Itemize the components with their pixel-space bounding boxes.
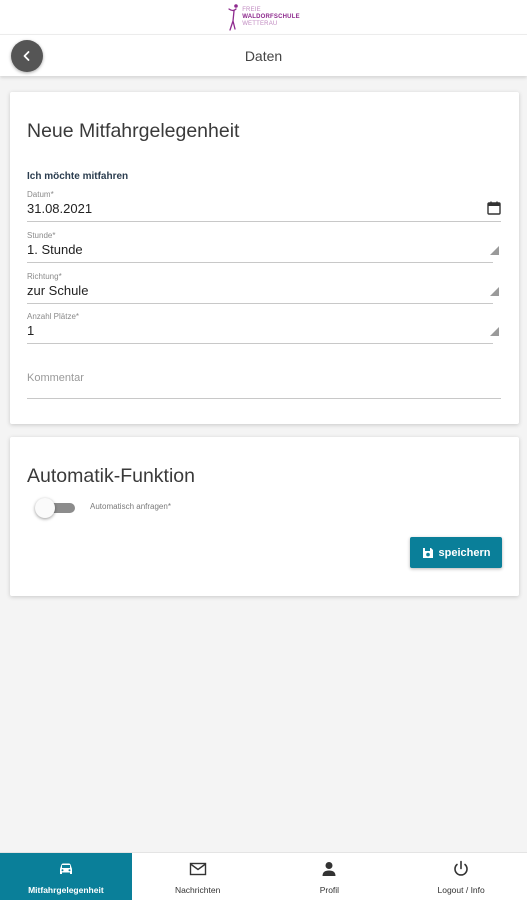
- logo-line-1: FREIE: [242, 6, 261, 13]
- ride-form-subtitle: Ich möchte mitfahren: [27, 171, 129, 182]
- direction-value: zur Schule: [27, 283, 89, 298]
- dropdown-arrow-icon: [490, 287, 499, 296]
- comment-label: Kommentar: [27, 372, 84, 384]
- logo-line-2: WALDORFSCHULE: [242, 13, 300, 20]
- bottom-navigation: Mitfahrgelegenheit Nachrichten Profil Lo…: [0, 852, 527, 900]
- dropdown-arrow-icon: [490, 327, 499, 336]
- dancer-figure-icon: [228, 4, 238, 31]
- lesson-value: 1. Stunde: [27, 242, 83, 257]
- direction-label: Richtung*: [27, 272, 62, 281]
- lesson-label: Stunde*: [27, 231, 56, 240]
- automatic-card: Automatik-Funktion Automatisch anfragen*…: [10, 437, 519, 596]
- date-value: 31.08.2021: [27, 201, 93, 216]
- nav-item-profile[interactable]: Profil: [264, 853, 396, 900]
- seats-select[interactable]: Anzahl Plätze* 1: [27, 312, 501, 344]
- date-field[interactable]: Datum* 31.08.2021: [27, 190, 501, 222]
- direction-underline: [27, 303, 493, 304]
- ride-form-card: Neue Mitfahrgelegenheit Ich möchte mitfa…: [10, 92, 519, 424]
- nav-label-rides: Mitfahrgelegenheit: [28, 885, 104, 895]
- car-icon: [59, 863, 72, 874]
- save-label: speichern: [438, 546, 491, 559]
- auto-request-label: Automatisch anfragen*: [90, 502, 171, 511]
- app-header: Daten: [0, 34, 527, 76]
- save-button[interactable]: speichern: [410, 537, 502, 568]
- power-icon: [454, 860, 468, 876]
- floppy-disk-icon: [422, 547, 433, 558]
- auto-request-toggle[interactable]: [35, 498, 77, 518]
- nav-item-rides[interactable]: Mitfahrgelegenheit: [0, 853, 132, 900]
- nav-item-logout[interactable]: Logout / Info: [395, 853, 527, 900]
- toggle-knob: [35, 498, 55, 518]
- dropdown-arrow-icon: [490, 246, 499, 255]
- seats-label: Anzahl Plätze*: [27, 312, 80, 321]
- logo-line-3: WETTERAU: [242, 20, 278, 27]
- automatic-title: Automatik-Funktion: [27, 465, 195, 487]
- lesson-select[interactable]: Stunde* 1. Stunde: [27, 231, 501, 263]
- mail-icon: [189, 862, 206, 876]
- date-underline: [27, 221, 501, 222]
- seats-underline: [27, 343, 493, 344]
- direction-select[interactable]: Richtung* zur Schule: [27, 272, 501, 304]
- comment-input[interactable]: Kommentar: [27, 372, 501, 400]
- seats-value: 1: [27, 323, 35, 338]
- lesson-underline: [27, 262, 493, 263]
- calendar-icon[interactable]: [487, 201, 501, 215]
- nav-label-logout: Logout / Info: [437, 885, 485, 895]
- comment-underline: [27, 398, 501, 399]
- school-logo: FREIE WALDORFSCHULE WETTERAU: [227, 3, 300, 31]
- person-icon: [322, 862, 336, 876]
- date-label: Datum*: [27, 190, 54, 199]
- nav-label-profile: Profil: [319, 885, 340, 895]
- nav-item-messages[interactable]: Nachrichten: [132, 853, 264, 900]
- ride-form-title: Neue Mitfahrgelegenheit: [27, 120, 240, 142]
- page-title: Daten: [244, 48, 283, 64]
- logo-bar: FREIE WALDORFSCHULE WETTERAU: [0, 0, 527, 34]
- nav-label-messages: Nachrichten: [174, 885, 221, 895]
